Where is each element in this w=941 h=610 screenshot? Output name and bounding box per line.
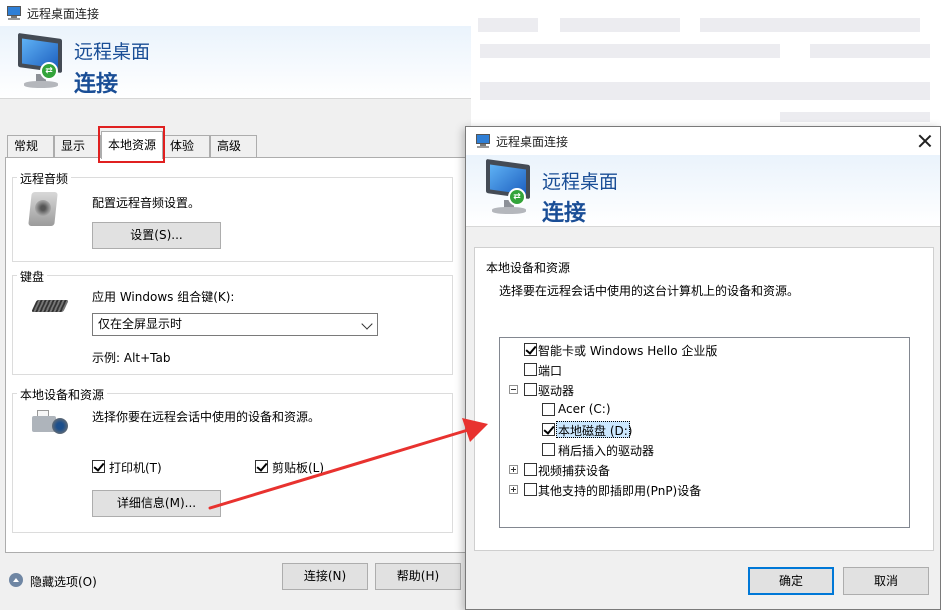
monitor-icon: ⇄ — [14, 32, 66, 92]
device-tree[interactable]: 智能卡或 Windows Hello 企业版 端口 驱动器 Acer (C:) … — [499, 337, 910, 528]
monitor-icon: ⇄ — [482, 158, 534, 218]
keyboard-select[interactable]: 仅在全屏显示时 — [92, 313, 378, 336]
tree-item-drive-c[interactable]: Acer (C:) — [558, 402, 611, 416]
tree-checkbox-smartcard[interactable] — [524, 343, 537, 356]
dialog-banner-title: 远程桌面 — [542, 171, 619, 193]
tab-local-resources[interactable]: 本地资源 — [101, 131, 163, 159]
local-devices-title: 本地设备和资源 — [17, 386, 108, 403]
local-devices-dialog: 远程桌面连接 ⇄ 远程桌面 连接 本地设备和资源 选择要在远程会话中使用的这台计… — [465, 126, 941, 610]
main-window: 远程桌面连接 ⇄ 远程桌面 连接 常规 显示 本地资源 体验 高级 远程音频 配… — [0, 0, 471, 610]
chevron-down-icon — [361, 318, 373, 330]
tree-checkbox-drive-c[interactable] — [542, 403, 555, 416]
tree-item-ports[interactable]: 端口 — [538, 362, 562, 379]
collapse-up-icon[interactable] — [9, 573, 23, 587]
printer-checkbox[interactable] — [92, 460, 105, 473]
dialog-banner-subtitle: 连接 — [542, 201, 587, 226]
tree-checkbox-drives[interactable] — [524, 383, 537, 396]
remote-desktop-icon — [6, 6, 22, 20]
banner-title: 远程桌面 — [74, 41, 151, 63]
speaker-icon — [26, 190, 62, 230]
dialog-title: 远程桌面连接 — [496, 135, 569, 149]
printer-label[interactable]: 打印机(T) — [109, 459, 162, 476]
remote-audio-title: 远程音频 — [17, 170, 72, 187]
tree-item-drive-d[interactable]: 本地磁盘 (D:) — [558, 422, 632, 439]
audio-settings-button[interactable]: 设置(S)... — [92, 222, 221, 249]
more-details-button[interactable]: 详细信息(M)... — [92, 490, 221, 517]
devices-icon — [32, 408, 72, 440]
tree-item-smartcard[interactable]: 智能卡或 Windows Hello 企业版 — [538, 342, 717, 359]
tree-expand-icon[interactable] — [509, 485, 518, 494]
close-icon[interactable] — [918, 134, 932, 148]
window-title: 远程桌面连接 — [27, 7, 100, 21]
tree-checkbox-drive-d[interactable] — [542, 423, 555, 436]
tree-item-pnp[interactable]: 其他支持的即插即用(PnP)设备 — [538, 482, 701, 499]
keyboard-icon — [31, 296, 69, 316]
cancel-button[interactable]: 取消 — [843, 567, 929, 595]
tab-experience[interactable]: 体验 — [163, 135, 210, 157]
title-bar[interactable]: 远程桌面连接 — [0, 0, 471, 26]
dialog-panel: 本地设备和资源 选择要在远程会话中使用的这台计算机上的设备和资源。 智能卡或 W… — [474, 247, 934, 551]
tree-expand-icon[interactable] — [509, 465, 518, 474]
banner-subtitle: 连接 — [74, 72, 119, 97]
tab-general[interactable]: 常规 — [7, 135, 54, 157]
tree-item-video[interactable]: 视频捕获设备 — [538, 462, 610, 479]
tree-checkbox-video[interactable] — [524, 463, 537, 476]
dialog-group-title: 本地设备和资源 — [486, 261, 571, 275]
tree-checkbox-pnp[interactable] — [524, 483, 537, 496]
background-blur — [470, 0, 941, 125]
banner: ⇄ 远程桌面 连接 — [0, 26, 471, 99]
dialog-description: 选择要在远程会话中使用的这台计算机上的设备和资源。 — [499, 284, 800, 298]
tab-panel: 远程音频 配置远程音频设置。 设置(S)... 键盘 应用 Windows 组合… — [5, 157, 466, 553]
local-devices-description: 选择你要在远程会话中使用的设备和资源。 — [92, 410, 321, 424]
clipboard-label[interactable]: 剪贴板(L) — [272, 459, 324, 476]
clipboard-checkbox[interactable] — [255, 460, 268, 473]
tree-item-later-drives[interactable]: 稍后插入的驱动器 — [558, 442, 654, 459]
dialog-banner: ⇄ 远程桌面 连接 — [466, 155, 940, 227]
keyboard-example: 示例: Alt+Tab — [92, 351, 171, 365]
hide-options-link[interactable]: 隐藏选项(O) — [30, 573, 97, 590]
ok-button[interactable]: 确定 — [748, 567, 834, 595]
help-button[interactable]: 帮助(H) — [375, 563, 461, 590]
tree-item-drives[interactable]: 驱动器 — [538, 382, 574, 399]
remote-desktop-icon — [475, 134, 491, 148]
dialog-title-bar[interactable]: 远程桌面连接 — [466, 127, 940, 155]
tree-checkbox-ports[interactable] — [524, 363, 537, 376]
keyboard-selected-option: 仅在全屏显示时 — [98, 317, 183, 331]
tab-advanced[interactable]: 高级 — [210, 135, 257, 157]
remote-audio-group — [12, 177, 453, 262]
tab-display[interactable]: 显示 — [54, 135, 101, 157]
connect-button[interactable]: 连接(N) — [282, 563, 368, 590]
keyboard-label: 应用 Windows 组合键(K): — [92, 290, 235, 304]
remote-audio-description: 配置远程音频设置。 — [92, 196, 201, 210]
tree-collapse-icon[interactable] — [509, 385, 518, 394]
keyboard-title: 键盘 — [17, 268, 48, 285]
tree-checkbox-later-drives[interactable] — [542, 443, 555, 456]
